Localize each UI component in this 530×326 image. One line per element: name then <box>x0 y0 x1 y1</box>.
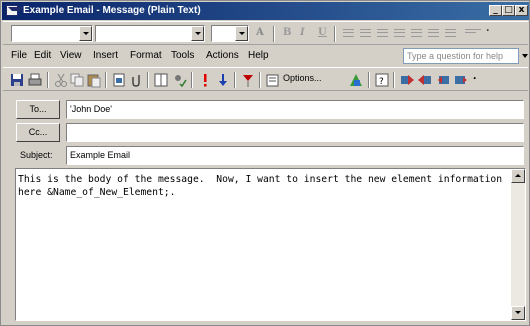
title-bar[interactable]: Example Email - Message (Plain Text) _ □… <box>2 2 529 20</box>
cc-button[interactable]: Cc... <box>16 123 60 142</box>
subject-field[interactable]: Example Email <box>66 146 524 165</box>
toolbar-separator <box>273 26 275 42</box>
forward-icon[interactable] <box>453 72 469 88</box>
chevron-down-icon[interactable] <box>522 54 528 58</box>
toolbar-separator <box>191 72 193 88</box>
maximize-button[interactable]: □ <box>502 5 515 16</box>
toolbar-separator <box>234 72 236 88</box>
message-window: Example Email - Message (Plain Text) _ □… <box>0 0 530 326</box>
low-importance-icon[interactable] <box>215 72 231 88</box>
italic-icon[interactable]: I <box>300 27 305 38</box>
send-icon[interactable] <box>399 72 415 88</box>
scroll-down-arrow-icon[interactable] <box>511 306 525 320</box>
toolbar-separator <box>147 72 149 88</box>
reply-all-icon[interactable] <box>435 72 451 88</box>
window-title: Example Email - Message (Plain Text) <box>23 5 201 16</box>
high-importance-icon[interactable] <box>197 72 213 88</box>
insert-file-icon[interactable] <box>111 72 127 88</box>
font-style-combo[interactable] <box>95 25 205 42</box>
menu-bar: File Edit View Insert Format Tools Actio… <box>3 46 528 66</box>
numbering-icon[interactable] <box>411 29 422 37</box>
align-right-icon[interactable] <box>377 29 388 37</box>
permission-icon[interactable] <box>348 72 364 88</box>
menu-actions[interactable]: Actions <box>206 50 239 61</box>
scroll-up-arrow-icon[interactable] <box>511 169 525 183</box>
chevron-down-icon[interactable] <box>235 26 248 41</box>
attach-icon[interactable] <box>129 72 145 88</box>
font-size-combo[interactable] <box>211 25 249 42</box>
menu-file[interactable]: File <box>11 50 27 61</box>
cc-field[interactable] <box>66 123 524 142</box>
increase-indent-icon[interactable] <box>445 29 456 37</box>
menu-view[interactable]: View <box>60 50 82 61</box>
chevron-down-icon[interactable] <box>79 26 92 41</box>
subject-label: Subject: <box>20 150 53 160</box>
toolbar-separator <box>393 72 395 88</box>
svg-text:?: ? <box>379 77 384 87</box>
chevron-down-icon[interactable] <box>191 26 204 41</box>
toolbar-separator <box>105 72 107 88</box>
to-button[interactable]: To... <box>16 100 60 119</box>
envelope-icon <box>6 5 24 16</box>
underline-icon[interactable]: U <box>318 27 327 38</box>
bold-icon[interactable]: B <box>283 27 291 38</box>
message-body-text[interactable]: This is the body of the message. Now, I … <box>18 173 506 199</box>
menu-tools[interactable]: Tools <box>171 50 194 61</box>
toolbar-separator <box>368 72 370 88</box>
close-button[interactable]: x <box>515 5 528 16</box>
menu-help[interactable]: Help <box>248 50 269 61</box>
ask-question-input[interactable]: Type a question for help <box>403 48 519 64</box>
minimize-button[interactable]: _ <box>489 5 502 16</box>
follow-up-flag-icon[interactable] <box>240 72 256 88</box>
print-icon[interactable] <box>27 72 43 88</box>
reply-icon[interactable] <box>417 72 433 88</box>
menu-insert[interactable]: Insert <box>93 50 118 61</box>
menu-edit[interactable]: Edit <box>34 50 51 61</box>
menu-format[interactable]: Format <box>130 50 162 61</box>
toolbar-separator <box>259 72 261 88</box>
horizontal-line-icon[interactable] <box>465 29 481 37</box>
standard-toolbar: Options... ? . <box>3 67 528 91</box>
to-field[interactable]: 'John Doe' <box>66 100 524 119</box>
address-book-icon[interactable] <box>153 72 169 88</box>
cut-icon[interactable] <box>53 72 69 88</box>
options-icon[interactable] <box>265 72 281 88</box>
toolbar-options-icon[interactable]: . <box>473 68 476 82</box>
copy-icon[interactable] <box>69 72 85 88</box>
help-icon[interactable]: ? <box>374 72 390 88</box>
vertical-scrollbar[interactable] <box>511 169 525 320</box>
paste-icon[interactable] <box>86 72 102 88</box>
options-button[interactable]: Options... <box>283 73 322 83</box>
formatting-toolbar: A B I U . <box>3 21 528 45</box>
save-icon[interactable] <box>9 72 25 88</box>
font-color-icon[interactable]: A <box>256 27 264 38</box>
align-left-icon[interactable] <box>343 29 354 37</box>
check-names-icon[interactable] <box>171 72 187 88</box>
font-name-combo[interactable] <box>11 25 93 42</box>
toolbar-separator <box>334 26 336 42</box>
toolbar-separator <box>47 72 49 88</box>
align-center-icon[interactable] <box>360 29 371 37</box>
decrease-indent-icon[interactable] <box>428 29 439 37</box>
message-body[interactable]: This is the body of the message. Now, I … <box>15 168 526 321</box>
toolbar-options-icon[interactable]: . <box>486 23 489 34</box>
bullets-icon[interactable] <box>394 29 405 37</box>
